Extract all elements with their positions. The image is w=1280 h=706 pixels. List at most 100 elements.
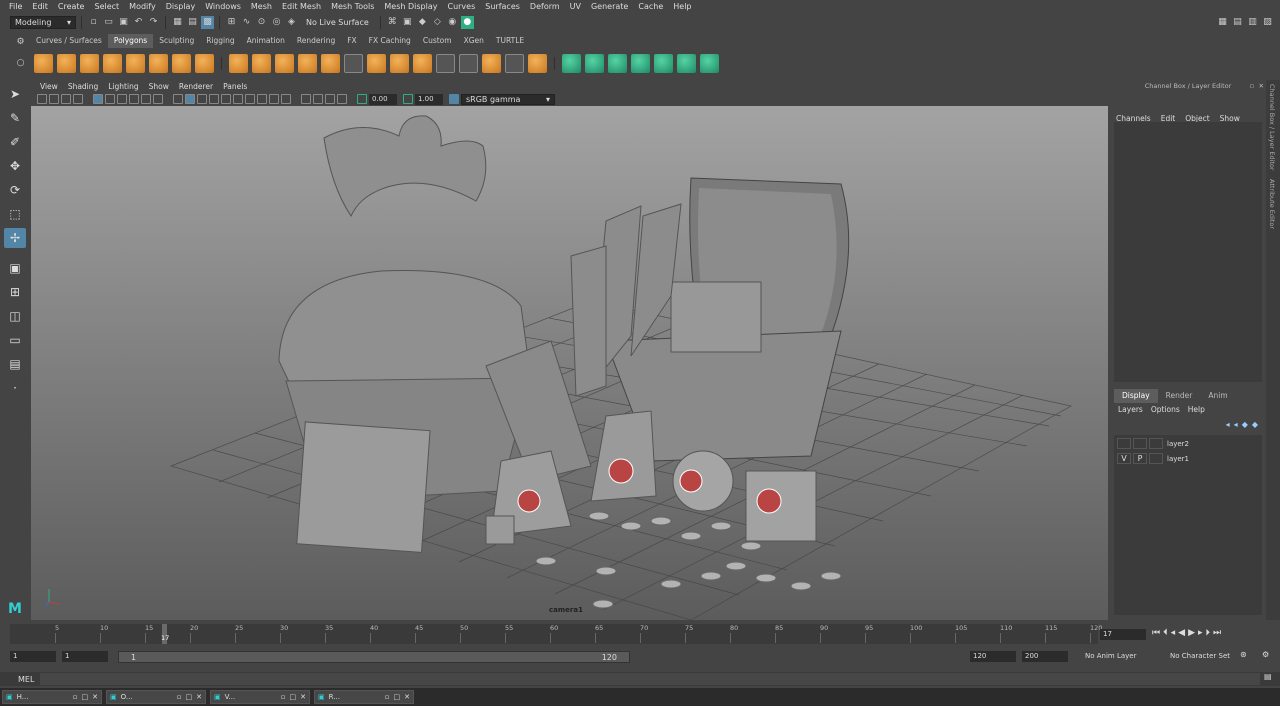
close-icon[interactable]: ✕	[1259, 82, 1264, 90]
render-view-icon[interactable]: ▣	[401, 16, 414, 29]
close-icon[interactable]: ✕	[196, 693, 202, 701]
menu-windows[interactable]: Windows	[200, 0, 246, 13]
animation-end-field[interactable]: 200	[1022, 651, 1068, 662]
time-slider-track[interactable]: 5 10 15 20 25 30 35 40 45 50 55 60 65 70 75 80 85 90 95 100…	[10, 624, 1102, 644]
last-tool-icon[interactable]: ✢	[4, 228, 26, 248]
safe-action-icon[interactable]	[153, 94, 163, 104]
shelf-tab-custom[interactable]: Custom	[417, 34, 458, 48]
persp-outliner-layout-icon[interactable]: ◫	[4, 306, 26, 326]
side-tab-attribute-editor[interactable]: Attribute Editor	[1266, 175, 1278, 233]
menu-mesh-display[interactable]: Mesh Display	[379, 0, 442, 13]
unfold-icon[interactable]	[700, 53, 719, 73]
poly-sphere-icon[interactable]	[34, 53, 53, 73]
persp-graph-layout-icon[interactable]: ▭	[4, 330, 26, 350]
shelf-tab-curves-surfaces[interactable]: Curves / Surfaces	[30, 34, 108, 48]
restore-icon[interactable]: ▫	[73, 693, 78, 701]
poly-cone-icon[interactable]	[103, 53, 122, 73]
command-language-label[interactable]: MEL	[18, 675, 34, 684]
layer-row[interactable]: layer2	[1114, 437, 1262, 450]
resolution-gate-icon[interactable]	[117, 94, 127, 104]
layer-menu-options[interactable]: Options	[1151, 405, 1180, 417]
xray-components-icon[interactable]	[337, 94, 347, 104]
checker-map-icon[interactable]	[677, 53, 696, 73]
xray-icon[interactable]	[313, 94, 323, 104]
select-by-object-icon[interactable]: ▤	[186, 16, 199, 29]
channel-box-toggle-icon[interactable]: ▨	[1261, 16, 1274, 29]
gamma-field[interactable]: 1.00	[415, 93, 443, 105]
close-icon[interactable]: ✕	[300, 693, 306, 701]
layer-playback-toggle[interactable]	[1133, 438, 1147, 449]
layer-move-up-icon[interactable]: ◂	[1226, 420, 1230, 429]
poly-pipe-icon[interactable]	[195, 53, 214, 73]
view-transform-icon[interactable]	[449, 94, 459, 104]
minimized-window[interactable]: ▣ H... ▫ □ ✕	[2, 690, 102, 704]
play-backwards-icon[interactable]: ◀	[1178, 628, 1185, 638]
shelf-tab-animation[interactable]: Animation	[241, 34, 291, 48]
minimized-window[interactable]: ▣ V... ▫ □ ✕	[210, 690, 310, 704]
snap-view-plane-icon[interactable]: ◎	[270, 16, 283, 29]
lights-icon[interactable]	[221, 94, 231, 104]
shadows-icon[interactable]	[233, 94, 243, 104]
save-scene-icon[interactable]: ▣	[117, 16, 130, 29]
offset-edge-loop-icon[interactable]	[459, 53, 478, 73]
paint-select-tool-icon[interactable]: ✐	[4, 132, 26, 152]
menu-select[interactable]: Select	[89, 0, 124, 13]
undo-icon[interactable]: ↶	[132, 16, 145, 29]
layer-row[interactable]: V Player1	[1114, 452, 1262, 465]
layer-playback-toggle[interactable]: P	[1133, 453, 1147, 464]
panel-menu-lighting[interactable]: Lighting	[103, 82, 143, 91]
ambient-occlusion-icon[interactable]	[245, 94, 255, 104]
go-to-start-icon[interactable]: ⏮	[1152, 628, 1160, 638]
layer-menu-help[interactable]: Help	[1188, 405, 1205, 417]
gamma-icon[interactable]	[403, 94, 413, 104]
new-layer-selected-icon[interactable]: ◆	[1252, 420, 1258, 429]
target-weld-icon[interactable]	[505, 53, 524, 73]
maximize-icon[interactable]: □	[394, 693, 401, 701]
uv-editor-icon[interactable]	[654, 53, 673, 73]
current-frame-field[interactable]: 17	[1100, 629, 1146, 640]
menu-create[interactable]: Create	[53, 0, 90, 13]
poly-cylinder-icon[interactable]	[80, 53, 99, 73]
camera-attributes-icon[interactable]	[49, 94, 59, 104]
combine-icon[interactable]	[229, 53, 248, 73]
step-forward-key-icon[interactable]: ⏵	[1206, 628, 1211, 638]
layer-color-swatch[interactable]	[1149, 438, 1163, 449]
menu-curves[interactable]: Curves	[442, 0, 480, 13]
menu-cache[interactable]: Cache	[633, 0, 668, 13]
smooth-shade-icon[interactable]	[185, 94, 195, 104]
grid-toggle-icon[interactable]	[93, 94, 103, 104]
shelf-tab-turtle[interactable]: TURTLE	[490, 34, 530, 48]
shelf-tab-rendering[interactable]: Rendering	[291, 34, 341, 48]
shelf-tab-sculpting[interactable]: Sculpting	[153, 34, 200, 48]
restore-icon[interactable]: ▫	[385, 693, 390, 701]
shelf-menu-icon[interactable]: ○	[14, 57, 27, 70]
snap-grid-icon[interactable]: ⊞	[225, 16, 238, 29]
snap-curve-icon[interactable]: ∿	[240, 16, 253, 29]
merge-icon[interactable]	[482, 53, 501, 73]
select-camera-icon[interactable]	[37, 94, 47, 104]
smooth-icon[interactable]	[298, 53, 317, 73]
menu-file[interactable]: File	[4, 0, 27, 13]
construction-history-icon[interactable]: ⌘	[386, 16, 399, 29]
layer-visibility-toggle[interactable]	[1117, 438, 1131, 449]
layer-color-swatch[interactable]	[1149, 453, 1163, 464]
poly-torus-icon[interactable]	[149, 53, 168, 73]
poly-cube-icon[interactable]	[57, 53, 76, 73]
playback-start-field[interactable]: 1	[62, 651, 108, 662]
render-frame-icon[interactable]: ◆	[416, 16, 429, 29]
preferences-icon[interactable]: ⚙	[1262, 650, 1269, 659]
select-tool-icon[interactable]: ➤	[4, 84, 26, 104]
layer-menu-layers[interactable]: Layers	[1118, 405, 1143, 417]
menu-surfaces[interactable]: Surfaces	[480, 0, 525, 13]
multi-cut-icon[interactable]	[344, 53, 363, 73]
rotate-tool-icon[interactable]: ⟳	[4, 180, 26, 200]
menu-modify[interactable]: Modify	[124, 0, 161, 13]
separate-icon[interactable]	[252, 53, 271, 73]
color-space-dropdown[interactable]: sRGB gamma ▾	[461, 93, 555, 105]
step-back-frame-icon[interactable]: ◂	[1171, 628, 1176, 638]
maximize-icon[interactable]: □	[82, 693, 89, 701]
menu-uv[interactable]: UV	[565, 0, 586, 13]
layer-tab-render[interactable]: Render	[1158, 389, 1201, 403]
tool-settings-toggle-icon[interactable]: ▥	[1246, 16, 1259, 29]
menu-help[interactable]: Help	[668, 0, 696, 13]
